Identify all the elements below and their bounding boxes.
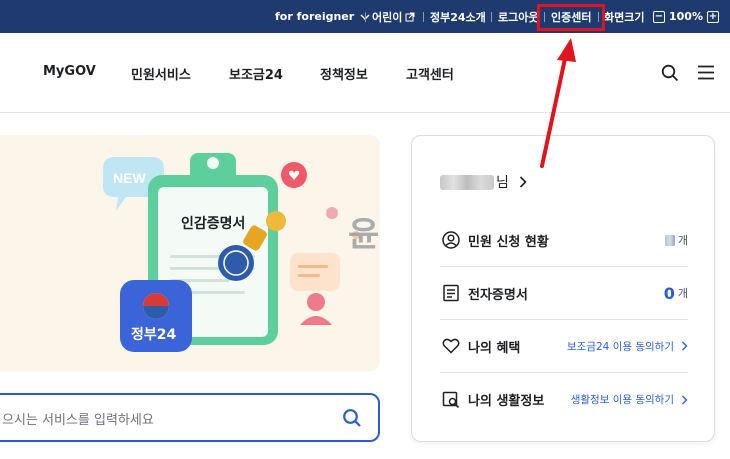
user-honorific: 님 xyxy=(496,175,509,191)
nav-item-mygov[interactable]: MyGOV xyxy=(43,64,96,79)
row-label: 나의 혜택 xyxy=(468,340,521,356)
nav-item-civil-services[interactable]: 민원서비스 xyxy=(131,64,191,83)
row-my-benefits[interactable]: 나의 혜택 보조금24 이용 동의하기 xyxy=(440,320,688,373)
divider xyxy=(491,12,492,22)
gov24-app-label: 정부24 xyxy=(131,327,177,343)
life-info-consent-link[interactable]: 생활정보 이용 동의하기 xyxy=(571,392,674,407)
for-foreigner-label: for foreigner xyxy=(275,10,355,23)
document-title: 인감증명서 xyxy=(181,216,246,232)
user-summary-card: 님 민원 신청 현황 개 전자증명서 0 개 나의 혜택 보조금24 이용 동의… xyxy=(411,135,715,442)
blurred-user-name xyxy=(440,174,494,190)
row-label: 전자증명서 xyxy=(468,287,528,303)
promo-banner[interactable]: NEW 인감증명서 정부24 윤 xyxy=(0,135,380,371)
for-foreigner-dropdown[interactable]: for foreigner xyxy=(275,0,370,33)
heart-icon xyxy=(440,335,462,357)
screen-size-text: 화면크기 xyxy=(604,10,645,24)
nav-item-customer-center[interactable]: 고객센터 xyxy=(406,64,454,83)
chevron-right-icon xyxy=(519,176,527,188)
annotation-highlight-box xyxy=(537,4,605,31)
zoom-out-button[interactable]: − xyxy=(653,10,665,23)
certificate-count: 0 xyxy=(663,283,675,303)
zoom-level: 100% xyxy=(669,10,703,23)
count-unit: 개 xyxy=(677,234,688,247)
user-circle-icon xyxy=(440,229,462,251)
search-icon[interactable] xyxy=(661,64,679,82)
user-name-link[interactable]: 님 xyxy=(440,172,527,192)
search-input[interactable]: 으시는 서비스를 입력하세요 xyxy=(2,409,154,428)
subsidy-consent-link[interactable]: 보조금24 이용 동의하기 xyxy=(567,339,674,354)
row-label: 나의 생활정보 xyxy=(468,394,545,409)
nav-item-policy-info[interactable]: 정책정보 xyxy=(320,64,368,83)
service-search[interactable]: 으시는 서비스를 입력하세요 xyxy=(0,393,380,442)
kids-label: 어린이 xyxy=(372,10,403,24)
zoom-control: − 100% + xyxy=(653,0,719,33)
new-badge-text: NEW xyxy=(113,170,146,186)
row-label: 민원 신청 현황 xyxy=(468,234,549,250)
top-utility-bar: for foreigner 어린이 정부24소개 로그아웃 인증센터 화면크기 … xyxy=(0,0,730,33)
watermark-character: 윤 xyxy=(348,215,380,255)
search-icon[interactable] xyxy=(342,408,362,428)
row-application-status[interactable]: 민원 신청 현황 개 xyxy=(440,214,688,267)
divider xyxy=(365,12,366,22)
document-list-icon xyxy=(440,282,462,304)
count-unit: 개 xyxy=(677,287,688,300)
main-navigation: MyGOV 민원서비스 보조금24 정책정보 고객센터 xyxy=(0,33,730,113)
divider xyxy=(423,12,424,22)
menu-icon[interactable] xyxy=(698,65,714,80)
about-label: 정부24소개 xyxy=(430,10,486,24)
chevron-right-icon xyxy=(682,395,688,404)
row-e-certificates[interactable]: 전자증명서 0 개 xyxy=(440,267,688,320)
certificate-illustration xyxy=(103,153,360,352)
nav-item-subsidy24[interactable]: 보조금24 xyxy=(229,64,283,83)
screen-size-label: 화면크기 xyxy=(604,0,644,33)
about-link[interactable]: 정부24소개 xyxy=(430,0,486,33)
kids-link[interactable]: 어린이 xyxy=(372,0,415,33)
external-link-icon xyxy=(405,12,415,21)
search-document-icon xyxy=(440,389,462,411)
logout-link[interactable]: 로그아웃 xyxy=(498,0,538,33)
zoom-in-button[interactable]: + xyxy=(706,10,719,23)
chevron-right-icon xyxy=(682,341,688,351)
row-my-life-info[interactable]: 나의 생활정보 생활정보 이용 동의하기 xyxy=(440,373,688,426)
logout-label: 로그아웃 xyxy=(498,10,539,24)
blurred-count xyxy=(664,234,675,246)
